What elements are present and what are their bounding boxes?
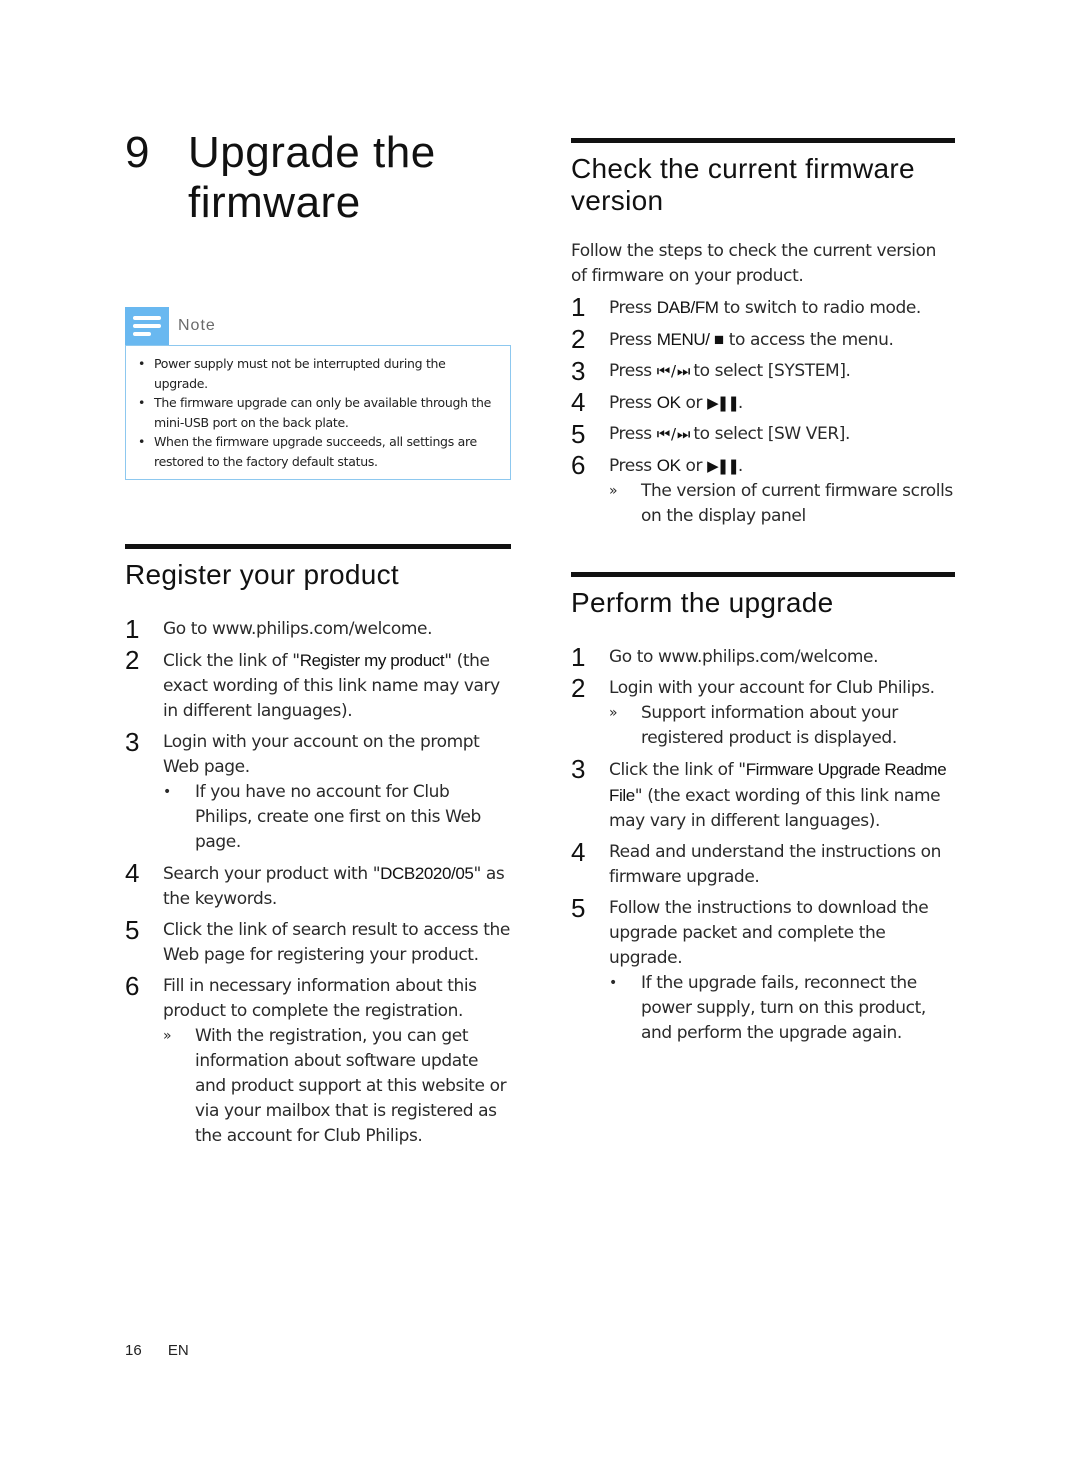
bullet-icon: • [138,356,146,371]
register-link-label: Register my product [299,651,445,670]
note-item: • When the firmware upgrade succeeds, all… [138,434,477,469]
note-item: • Power supply must not be interrupted du… [138,356,446,391]
ok-key-label: OK [656,456,681,475]
chapter-number: 9 [125,128,150,177]
section-title: Check the current firmware version [571,153,915,216]
note-item: • The firmware upgrade can only be availa… [138,395,492,430]
check-version-section: Check the current firmware version Follo… [571,138,955,535]
step: 2 Click the link of "Register my product… [125,645,500,721]
note-lines-icon [125,307,169,345]
sub-step: • If you have no account for Club Philip… [163,782,481,852]
section-divider [125,544,511,549]
step: 6 Fill in necessary information about th… [125,971,511,1149]
note-label: Note [178,317,216,334]
perform-upgrade-section: Perform the upgrade 1 Go to www.philips.… [571,572,955,1052]
section-divider [571,572,955,577]
step: 3 Login with your account on the prompt … [125,727,511,855]
play-pause-icon: ▶❚❚ [707,394,740,412]
section-divider [571,138,955,143]
intro-text: Follow the steps to check the current ve… [571,241,937,286]
sub-step: » The version of current firmware scroll… [609,481,953,526]
register-section: Register your product 1 Go to www.philip… [125,544,511,1155]
prev-next-icon: ⏮ / ⏭ [656,425,691,443]
result-arrow-icon: » [609,483,618,499]
step: 4 Press OK or ▶❚❚. [571,387,743,417]
step: 2 Press MENU/ ■ to access the menu. [571,324,894,354]
bullet-icon: • [138,395,146,410]
bullet-icon: • [163,784,171,800]
step: 1 Go to www.philips.com/welcome. [571,642,879,672]
step: 5 Follow the instructions to download th… [571,893,955,1046]
page-number: 16 [125,1342,142,1359]
result-arrow-icon: » [163,1028,172,1044]
bullet-icon: • [609,975,617,991]
step: 2 Login with your account for Club Phili… [571,673,955,751]
step: 3 Press ⏮ / ⏭ to select [SYSTEM]. [571,356,851,386]
step: 1 Press DAB/FM to switch to radio mode. [571,292,921,322]
model-number: DCB2020/05 [380,864,474,883]
chapter-title: Upgrade the firmware [188,128,436,227]
note-box: Note • Power supply must not be interrupt… [125,307,511,480]
sub-step: • If the upgrade fails, reconnect the po… [609,973,926,1043]
bullet-icon: • [138,434,146,449]
section-title: Perform the upgrade [571,587,834,618]
result-arrow-icon: » [609,705,618,721]
play-pause-icon: ▶❚❚ [707,457,740,475]
step: 5 Click the link of search result to acc… [125,915,510,965]
step: 6 Press OK or ▶❚❚. » The version of curr… [571,450,955,529]
step: 5 Press ⏮ / ⏭ to select [SW VER]. [571,419,850,449]
step: 4 Search your product with "DCB2020/05" … [125,858,505,909]
step: 4 Read and understand the instructions o… [571,837,942,887]
section-title: Register your product [125,559,399,590]
note-header: Note [125,307,511,345]
step: 1 Go to www.philips.com/welcome. [125,614,433,644]
ok-key-label: OK [656,393,681,412]
sub-step: » With the registration, you can get inf… [163,1026,507,1146]
sub-step: » Support information about your registe… [609,703,898,748]
menu-stop-key-label: MENU/ ■ [656,330,724,349]
dab-fm-key-label: DAB/FM [656,298,719,317]
prev-next-icon: ⏮ / ⏭ [656,362,691,380]
page-footer: 16 EN [125,1342,189,1359]
step: 3 Click the link of "Firmware Upgrade Re… [571,754,947,831]
language-code: EN [167,1342,189,1359]
